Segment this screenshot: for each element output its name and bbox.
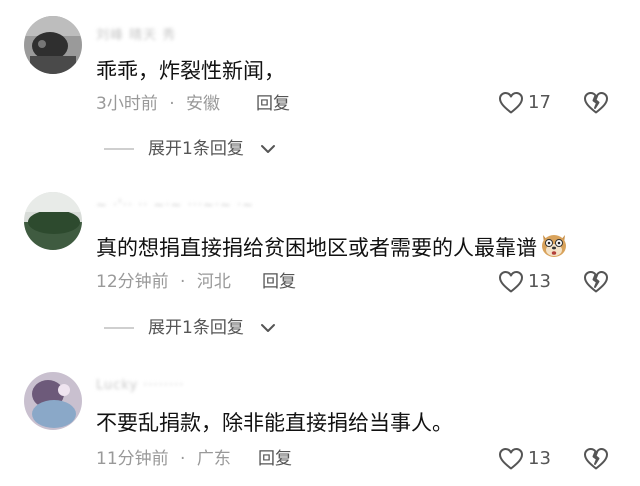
dislike-button[interactable] (583, 447, 611, 475)
comment-meta: 11分钟前 · 广东 (96, 448, 231, 470)
avatar[interactable] (24, 372, 82, 430)
comment-text: 不要乱捐款，除非能直接捐给当事人。 (96, 411, 453, 435)
comment-item: Lucky ········ 不要乱捐款，除非能直接捐给当事人。 11分钟前 ·… (0, 0, 640, 486)
meta-separator: · (180, 449, 186, 469)
like-button[interactable]: 13 (498, 446, 558, 474)
comment-location: 广东 (196, 449, 231, 469)
heart-outline-icon (499, 448, 523, 470)
comment-time: 11分钟前 (96, 449, 169, 469)
broken-heart-icon (584, 448, 608, 470)
username[interactable]: Lucky ········ (96, 378, 184, 394)
like-count: 13 (528, 448, 551, 469)
reply-button[interactable]: 回复 (258, 448, 292, 470)
